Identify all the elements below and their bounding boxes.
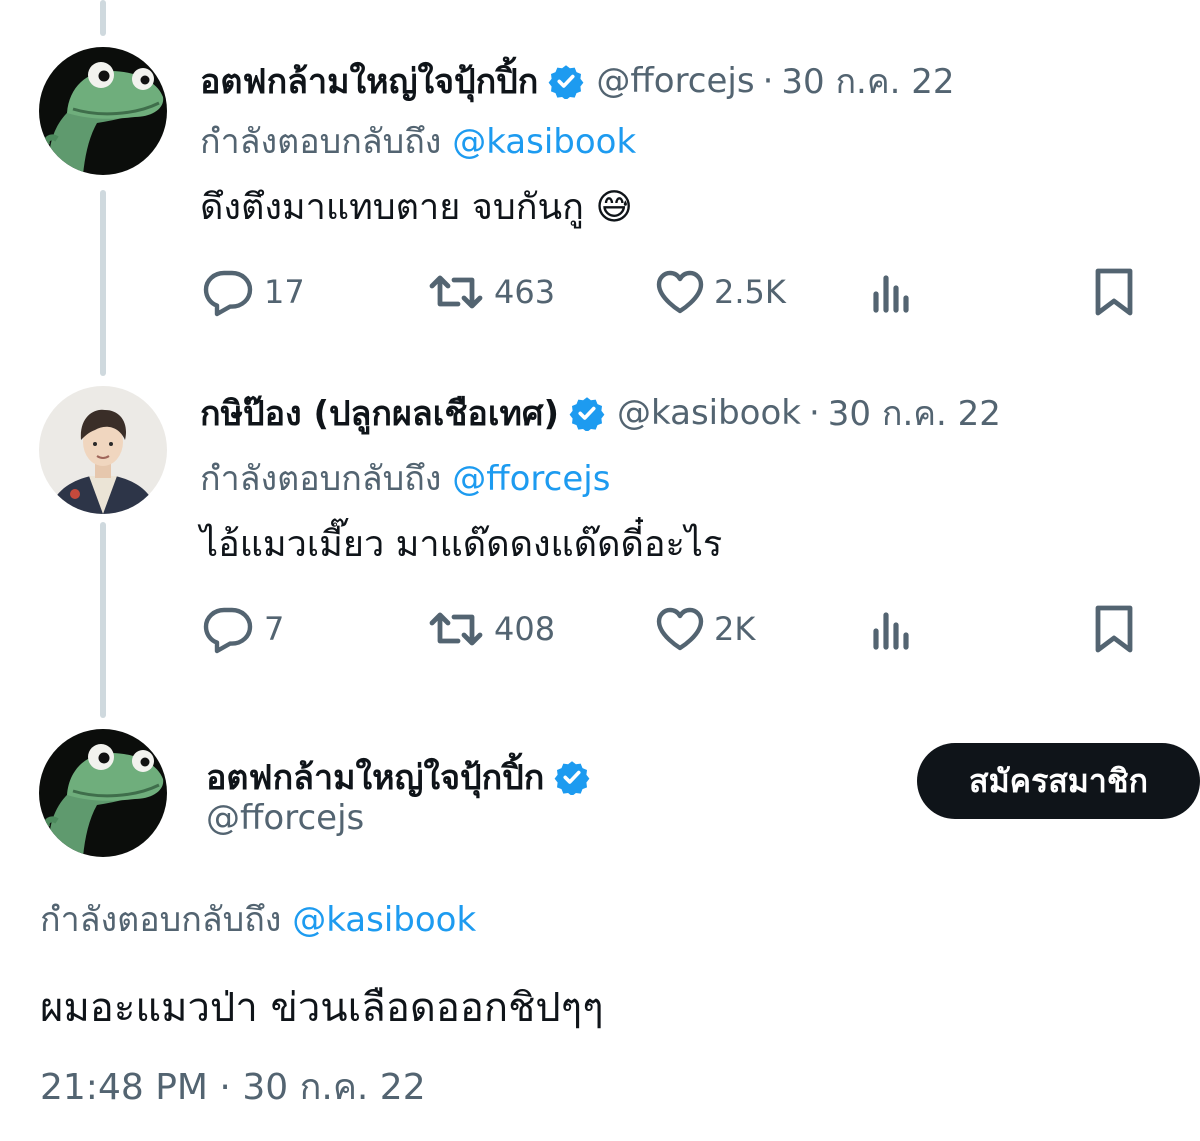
retweet-button[interactable]: 408 — [426, 599, 555, 659]
handle[interactable]: @kasibook — [617, 393, 801, 433]
bookmark-button[interactable] — [1092, 262, 1136, 322]
main-tweet-text: ผมอะแมวป่า ข่วนเลือดออกชิปๆๆ — [40, 985, 604, 1031]
reply-count: 7 — [264, 610, 285, 648]
replying-to: กำลังตอบกลับถึง @fforcejs — [200, 451, 610, 505]
avatar-frog[interactable] — [39, 729, 167, 857]
verified-badge-icon — [548, 63, 584, 99]
views-icon — [870, 605, 914, 653]
reply-count: 17 — [264, 273, 305, 311]
separator-dot: · — [219, 1067, 231, 1108]
tweet-header: กษิป๊อง (ปลูกผลเชือเทศ) @kasibook · 30 ก… — [200, 386, 1001, 440]
tweet-text: ไอ้แมวเมี๊ยว มาแด๊ดดงแด๊ดดี๋อะไร — [200, 524, 723, 565]
verified-badge-icon — [554, 759, 590, 795]
tweet-text: ดึงตึงมาแทบตาย จบกันกู 😅 — [200, 187, 633, 228]
display-name[interactable]: กษิป๊อง (ปลูกผลเชือเทศ) — [200, 386, 559, 440]
heart-icon — [654, 268, 706, 316]
like-button[interactable]: 2.5K — [654, 262, 786, 322]
views-button[interactable] — [870, 262, 914, 322]
tweet-time[interactable]: 21:48 PM — [40, 1067, 208, 1108]
replying-to-label: กำลังตอบกลับถึง — [200, 459, 442, 499]
replying-to: กำลังตอบกลับถึง @kasibook — [200, 114, 636, 168]
retweet-icon — [426, 267, 486, 317]
thread-line — [100, 522, 106, 718]
like-count: 2K — [714, 610, 756, 648]
retweet-count: 463 — [494, 273, 556, 311]
reply-icon — [200, 267, 256, 317]
replying-to-label: กำลังตอบกลับถึง — [40, 900, 282, 940]
tweet-timestamp: 21:48 PM · 30 ก.ค. 22 — [40, 1058, 426, 1115]
avatar-person[interactable] — [39, 386, 167, 514]
tweet-header: อตฟกล้ามใหญ่ใจปุ้กปิ้ก @fforcejs · 30 ก.… — [200, 54, 954, 108]
retweet-button[interactable]: 463 — [426, 262, 555, 322]
reply-button[interactable]: 17 — [200, 262, 305, 322]
thread-line — [100, 190, 106, 376]
tweet-date[interactable]: 30 ก.ค. 22 — [242, 1067, 425, 1108]
like-count: 2.5K — [714, 273, 786, 311]
replying-to: กำลังตอบกลับถึง @kasibook — [40, 892, 476, 946]
mention-link[interactable]: @fforcejs — [452, 459, 610, 499]
verified-badge-icon — [569, 395, 605, 431]
thread-line — [100, 0, 106, 36]
reply-button[interactable]: 7 — [200, 599, 284, 659]
display-name[interactable]: อตฟกล้ามใหญ่ใจปุ้กปิ้ก — [206, 750, 544, 804]
separator-dot: · — [808, 393, 820, 433]
display-name[interactable]: อตฟกล้ามใหญ่ใจปุ้กปิ้ก — [200, 54, 538, 108]
retweet-icon — [426, 604, 486, 654]
views-icon — [870, 268, 914, 316]
mention-link[interactable]: @kasibook — [292, 900, 476, 940]
main-tweet-header: อตฟกล้ามใหญ่ใจปุ้กปิ้ก — [206, 750, 602, 804]
avatar-frog[interactable] — [39, 47, 167, 175]
tweet-actions: 17 463 2.5K — [200, 262, 1150, 322]
tweet-date[interactable]: 30 ก.ค. 22 — [828, 386, 1001, 440]
bookmark-icon — [1092, 603, 1136, 655]
bookmark-button[interactable] — [1092, 599, 1136, 659]
heart-icon — [654, 605, 706, 653]
handle[interactable]: @fforcejs — [206, 798, 364, 838]
like-button[interactable]: 2K — [654, 599, 755, 659]
bookmark-icon — [1092, 266, 1136, 318]
separator-dot: · — [762, 61, 774, 101]
tweet-actions: 7 408 2K — [200, 599, 1150, 659]
views-button[interactable] — [870, 599, 914, 659]
subscribe-button[interactable]: สมัครสมาชิก — [917, 743, 1200, 819]
handle[interactable]: @fforcejs — [596, 61, 754, 101]
replying-to-label: กำลังตอบกลับถึง — [200, 122, 442, 162]
tweet-date[interactable]: 30 ก.ค. 22 — [781, 54, 954, 108]
reply-icon — [200, 604, 256, 654]
mention-link[interactable]: @kasibook — [452, 122, 636, 162]
retweet-count: 408 — [494, 610, 556, 648]
